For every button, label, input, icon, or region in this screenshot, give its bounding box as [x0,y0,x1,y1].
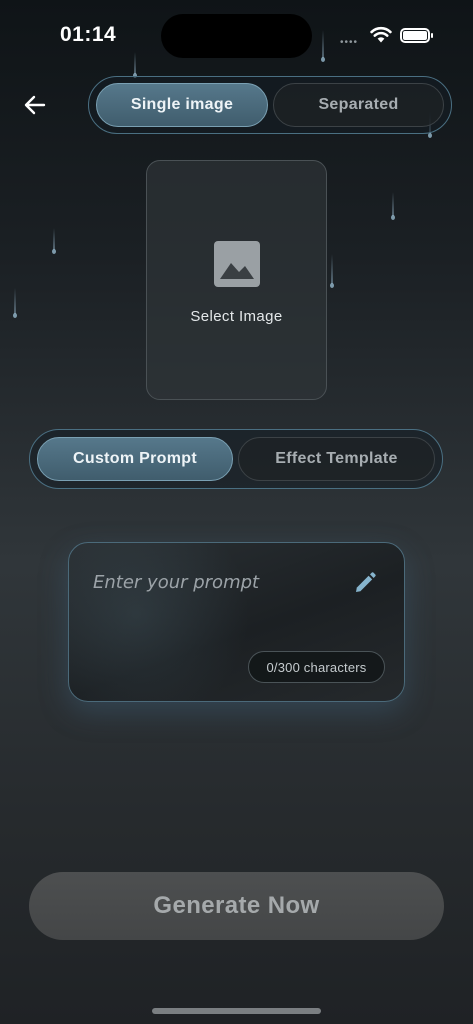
tab-separated[interactable]: Separated [273,83,444,127]
status-bar: 01:14 •••• [0,0,473,70]
back-button[interactable] [18,88,52,122]
tab-single-image[interactable]: Single image [96,83,268,127]
rain-drop [330,254,334,288]
prompt-type-toggle: Custom Prompt Effect Template [29,429,443,489]
mode-toggle: Single image Separated [88,76,452,134]
image-picker[interactable]: Select Image [146,160,327,400]
dynamic-island [161,14,312,58]
select-image-label: Select Image [190,308,283,325]
arrow-left-icon [24,95,46,115]
rain-drop [391,192,395,220]
character-count: 0/300 characters [248,651,385,683]
pencil-icon[interactable] [353,571,377,595]
generate-button[interactable]: Generate Now [29,872,444,940]
prompt-input[interactable] [93,572,343,593]
rain-drop [52,228,56,254]
prompt-card: 0/300 characters [68,542,405,702]
cellular-signal-icon: •••• [340,37,359,48]
battery-icon [400,28,433,43]
home-indicator [152,1008,321,1014]
image-icon [214,241,260,287]
rain-drop [13,288,17,318]
wifi-icon [370,27,392,43]
tab-custom-prompt[interactable]: Custom Prompt [37,437,233,481]
status-time: 01:14 [60,23,117,46]
tab-effect-template[interactable]: Effect Template [238,437,435,481]
